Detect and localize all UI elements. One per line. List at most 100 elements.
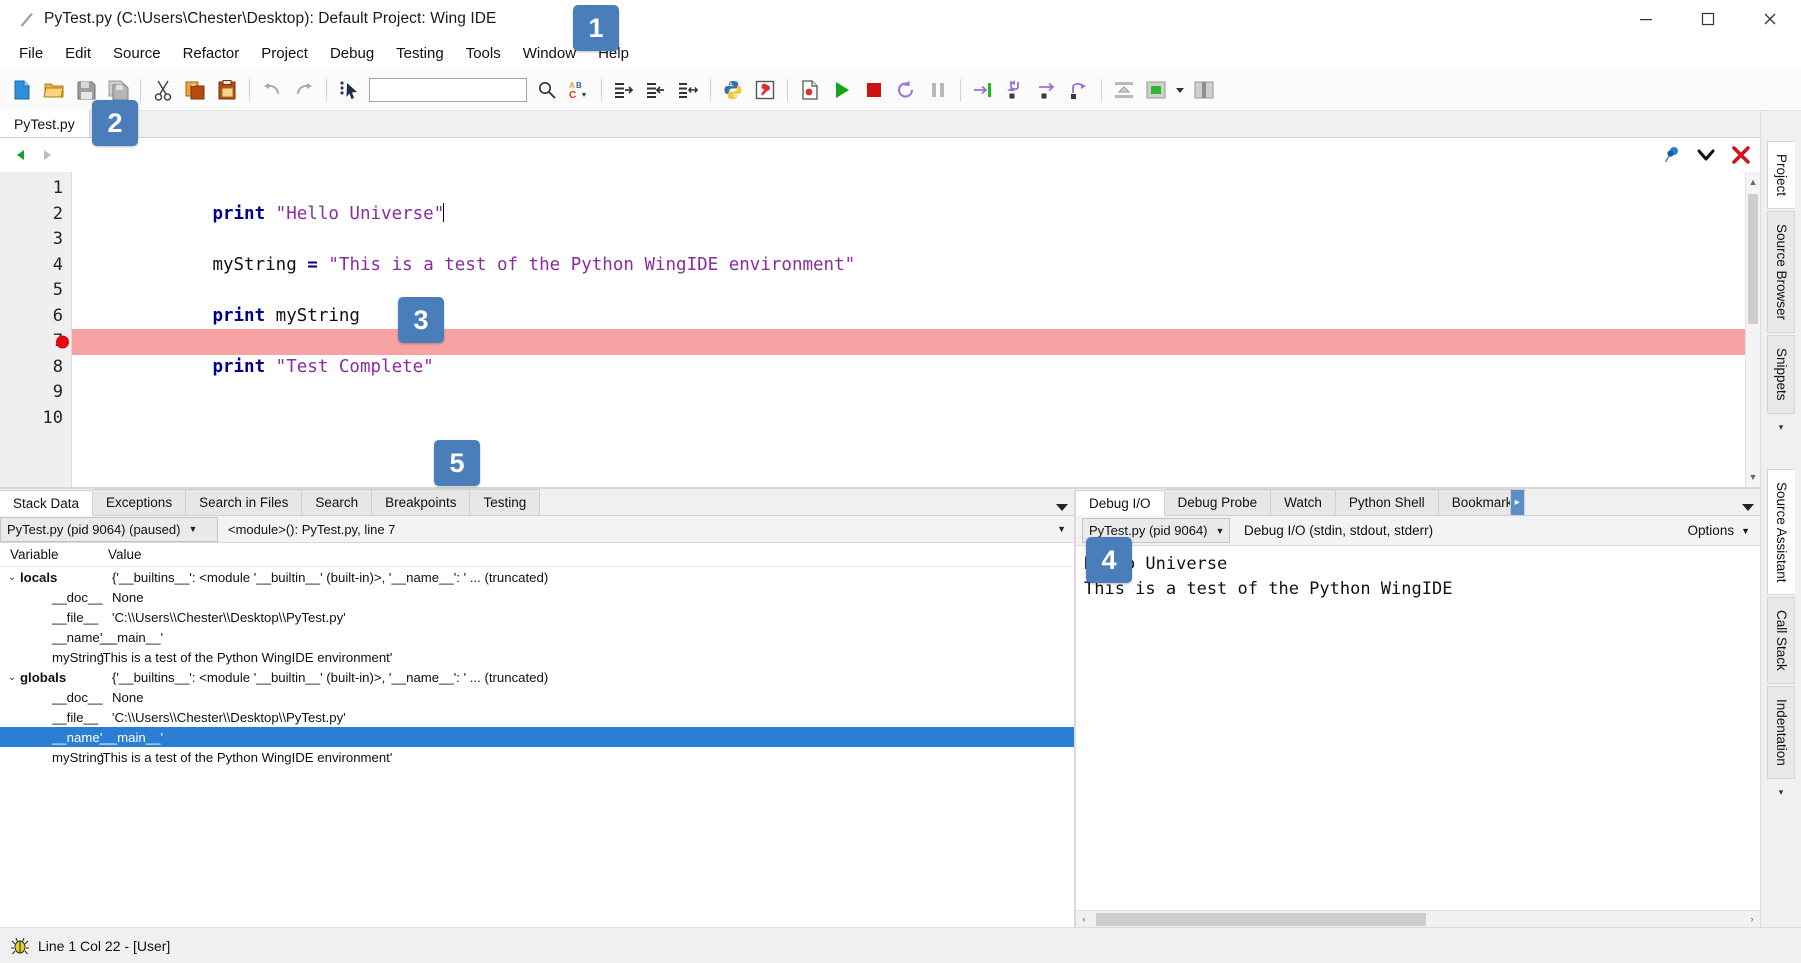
code-line[interactable] [72,202,1745,228]
tab-testing[interactable]: Testing [470,489,541,515]
menu-debug[interactable]: Debug [319,41,385,66]
search-icon[interactable] [531,74,563,106]
gutter-line[interactable]: 6 [0,304,71,330]
expand-twisty-icon[interactable]: ⌄ [0,672,20,683]
process-select[interactable]: PyTest.py (pid 9064) (paused) ▼ [0,516,218,542]
code-line-current[interactable]: print "Test Complete" [72,329,1745,377]
rail-tab-source-browser[interactable]: Source Browser [1767,211,1795,334]
split-panels-icon[interactable] [1188,74,1220,106]
table-row-selected[interactable]: __name__ '__main__' [0,727,1074,747]
indent-right-icon[interactable] [608,74,640,106]
tabs-overflow-icon[interactable]: ▸ [1510,489,1525,515]
rail-tab-project[interactable]: Project [1767,141,1795,210]
step-out-icon[interactable] [1063,74,1095,106]
gutter-line[interactable]: 2 [0,202,71,228]
python-shell-icon[interactable] [717,74,749,106]
table-row[interactable]: __file__ 'C:\\Users\\Chester\\Desktop\\P… [0,707,1074,727]
table-row[interactable]: __file__ 'C:\\Users\\Chester\\Desktop\\P… [0,607,1074,627]
tab-watch[interactable]: Watch [1271,489,1336,515]
minimize-button[interactable] [1615,0,1677,38]
expand-twisty-icon[interactable]: ⌄ [0,572,20,583]
nav-back-icon[interactable] [8,142,34,168]
table-row[interactable]: myString 'This is a test of the Python W… [0,647,1074,667]
menu-refactor[interactable]: Refactor [172,41,251,66]
table-row[interactable]: __doc__ None [0,587,1074,607]
replace-icon[interactable]: A B C [563,74,595,106]
indent-match-icon[interactable] [672,74,704,106]
panel-layout-dropdown-icon[interactable] [1172,74,1188,106]
code-text-area[interactable]: print "Hello Universe" myString = "This … [72,172,1745,487]
editor-tab-pytest[interactable]: PyTest.py [0,110,90,137]
maximize-button[interactable] [1677,0,1739,38]
code-line[interactable] [72,253,1745,279]
indent-left-icon[interactable] [640,74,672,106]
table-row[interactable]: ⌄ globals {'__builtins__': <module '__bu… [0,667,1074,687]
search-text-field[interactable] [370,78,526,101]
show-toolbox-icon[interactable] [1108,74,1140,106]
gutter-line[interactable]: 1 [0,176,71,202]
scrollbar-thumb[interactable] [1096,912,1426,926]
stack-table-body[interactable]: ⌄ locals {'__builtins__': <module '__bui… [0,567,1074,927]
code-line[interactable] [72,304,1745,330]
close-button[interactable] [1739,0,1801,38]
tab-debug-io[interactable]: Debug I/O [1076,490,1165,516]
stack-frame-label[interactable]: <module>(): PyTest.py, line 7 [228,522,395,537]
rail-tab-indentation[interactable]: Indentation [1767,685,1795,779]
editor-vertical-scrollbar[interactable]: ▲ ▼ [1745,172,1760,487]
cut-icon[interactable] [147,74,179,106]
rail-top-menu-icon[interactable]: ▾ [1779,422,1784,433]
menu-source[interactable]: Source [102,41,172,66]
code-line[interactable] [72,355,1745,381]
debug-io-tabs-menu-icon[interactable] [1742,503,1754,512]
redo-icon[interactable] [288,74,320,106]
stack-tabs-menu-icon[interactable] [1056,503,1068,512]
code-line[interactable] [72,406,1745,432]
copy-icon[interactable] [179,74,211,106]
tab-stack-data[interactable]: Stack Data [0,490,94,516]
stop-icon[interactable] [858,74,890,106]
breakpoint-marker[interactable] [56,335,69,349]
tab-breakpoints[interactable]: Breakpoints [372,489,471,515]
paste-icon[interactable] [211,74,243,106]
pause-icon[interactable] [922,74,954,106]
gutter-line[interactable]: 5 [0,278,71,304]
open-file-icon[interactable] [38,74,70,106]
gutter-line[interactable]: 4 [0,253,71,279]
scroll-down-icon[interactable]: ▼ [1746,469,1760,485]
debug-io-options-button[interactable]: Options ▼ [1688,523,1750,538]
run-icon[interactable] [826,74,858,106]
table-row[interactable]: ⌄ locals {'__builtins__': <module '__bui… [0,567,1074,587]
line-number-gutter[interactable]: 1 2 3 4 5 6 7 8 9 10 [0,172,72,487]
table-row[interactable]: __doc__ None [0,687,1074,707]
tab-search[interactable]: Search [302,489,373,515]
nav-forward-icon[interactable] [34,142,60,168]
code-line[interactable]: myString = "This is a test of the Python… [72,227,1745,275]
menu-testing[interactable]: Testing [385,41,455,66]
scrollbar-thumb[interactable] [1748,194,1758,324]
debug-io-horizontal-scrollbar[interactable]: ‹ › [1076,910,1760,927]
tab-exceptions[interactable]: Exceptions [93,489,187,515]
debug-probe-icon[interactable] [749,74,781,106]
code-line[interactable] [72,380,1745,406]
new-file-icon[interactable] [6,74,38,106]
undo-icon[interactable] [256,74,288,106]
tab-bookmarks[interactable]: Bookmarks [1438,489,1511,515]
search-input[interactable] [369,77,527,102]
scrollbar-track[interactable] [1092,912,1744,926]
restart-icon[interactable] [890,74,922,106]
gutter-line[interactable]: 10 [0,406,71,432]
rail-bottom-menu-icon[interactable]: ▾ [1779,787,1784,798]
goto-definition-icon[interactable] [333,74,365,106]
gutter-line[interactable]: 8 [0,355,71,381]
menu-project[interactable]: Project [250,41,319,66]
tab-search-in-files[interactable]: Search in Files [186,489,303,515]
code-line[interactable]: print "Hello Universe" [72,176,1745,224]
gutter-line[interactable]: 3 [0,227,71,253]
menu-file[interactable]: File [8,41,54,66]
scroll-right-icon[interactable]: › [1744,914,1760,924]
code-line[interactable]: print myString [72,278,1745,326]
tab-debug-probe[interactable]: Debug Probe [1164,489,1272,515]
rail-tab-source-assistant[interactable]: Source Assistant [1767,468,1795,596]
run-to-cursor-icon[interactable] [967,74,999,106]
chevron-down-icon[interactable] [1696,148,1716,162]
